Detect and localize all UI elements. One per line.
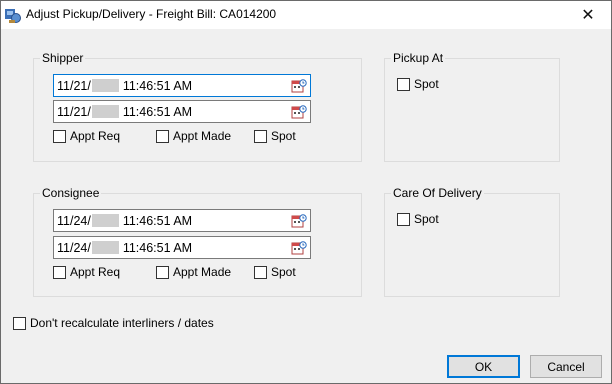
checkbox-label: Appt Req [70, 265, 121, 279]
pickup-spot-checkbox[interactable]: Spot [397, 77, 439, 91]
consignee-date-1[interactable]: 11/24/ 11:46:51 AM [53, 209, 311, 232]
ok-button-label: OK [474, 359, 493, 374]
checkbox-label: Spot [414, 77, 439, 91]
consignee-date-1-monthday: 11/24/ [57, 213, 91, 228]
shipper-date-1[interactable]: 11/21/ 11:46:51 AM [53, 74, 311, 97]
care-of-delivery-group: Care Of Delivery [384, 186, 560, 297]
masked-year [91, 214, 119, 227]
calendar-icon[interactable] [291, 104, 307, 120]
pickup-at-label: Pickup At [391, 51, 446, 65]
delivery-spot-checkbox[interactable]: Spot [397, 212, 439, 226]
app-icon [5, 9, 21, 23]
checkbox-label: Spot [271, 265, 296, 279]
consignee-date-1-time: 11:46:51 AM [122, 213, 193, 228]
dialog-window: Adjust Pickup/Delivery - Freight Bill: C… [0, 0, 612, 384]
title-bar: Adjust Pickup/Delivery - Freight Bill: C… [1, 1, 611, 29]
cancel-button-label: Cancel [547, 359, 585, 374]
calendar-icon[interactable] [291, 78, 307, 94]
consignee-date-2-time: 11:46:51 AM [122, 240, 193, 255]
checkbox-label: Appt Made [173, 129, 232, 143]
checkbox-box[interactable] [397, 77, 410, 91]
ok-button[interactable]: OK [447, 355, 520, 378]
pickup-at-group: Pickup At [384, 51, 560, 162]
checkbox-box[interactable] [156, 265, 169, 279]
checkbox-box[interactable] [156, 129, 169, 143]
shipper-date-2-time: 11:46:51 AM [122, 104, 193, 119]
consignee-date-2[interactable]: 11/24/ 11:46:51 AM [53, 236, 311, 259]
consignee-appt-made-checkbox[interactable]: Appt Made [156, 265, 231, 279]
masked-year [91, 241, 119, 254]
window-title: Adjust Pickup/Delivery - Freight Bill: C… [26, 7, 277, 21]
masked-year [91, 105, 119, 118]
checkbox-label: Spot [414, 212, 439, 226]
checkbox-label: Appt Req [70, 129, 121, 143]
shipper-date-2-monthday: 11/21/ [57, 104, 91, 119]
close-icon: ✕ [581, 7, 595, 24]
checkbox-box[interactable] [53, 129, 66, 143]
calendar-icon[interactable] [291, 240, 307, 256]
shipper-appt-made-checkbox[interactable]: Appt Made [156, 129, 231, 143]
care-of-delivery-label: Care Of Delivery [391, 186, 484, 200]
checkbox-label: Appt Made [173, 265, 232, 279]
checkbox-box[interactable] [397, 212, 410, 226]
consignee-date-2-monthday: 11/24/ [57, 240, 91, 255]
consignee-appt-req-checkbox[interactable]: Appt Req [53, 265, 120, 279]
checkbox-box[interactable] [254, 265, 267, 279]
checkbox-label: Spot [271, 129, 296, 143]
shipper-label: Shipper [40, 51, 86, 65]
shipper-spot-checkbox[interactable]: Spot [254, 129, 296, 143]
checkbox-box[interactable] [254, 129, 267, 143]
shipper-date-2[interactable]: 11/21/ 11:46:51 AM [53, 100, 311, 123]
shipper-appt-req-checkbox[interactable]: Appt Req [53, 129, 120, 143]
cancel-button[interactable]: Cancel [530, 355, 602, 378]
close-button[interactable]: ✕ [565, 1, 611, 29]
checkbox-box[interactable] [13, 316, 26, 330]
consignee-spot-checkbox[interactable]: Spot [254, 265, 296, 279]
consignee-label: Consignee [40, 186, 102, 200]
shipper-date-1-time: 11:46:51 AM [122, 78, 193, 93]
dont-recalculate-checkbox[interactable]: Don't recalculate interliners / dates [13, 316, 214, 330]
calendar-icon[interactable] [291, 213, 307, 229]
checkbox-box[interactable] [53, 265, 66, 279]
checkbox-label: Don't recalculate interliners / dates [30, 316, 214, 330]
shipper-date-1-monthday: 11/21/ [57, 78, 91, 93]
masked-year [91, 79, 119, 92]
